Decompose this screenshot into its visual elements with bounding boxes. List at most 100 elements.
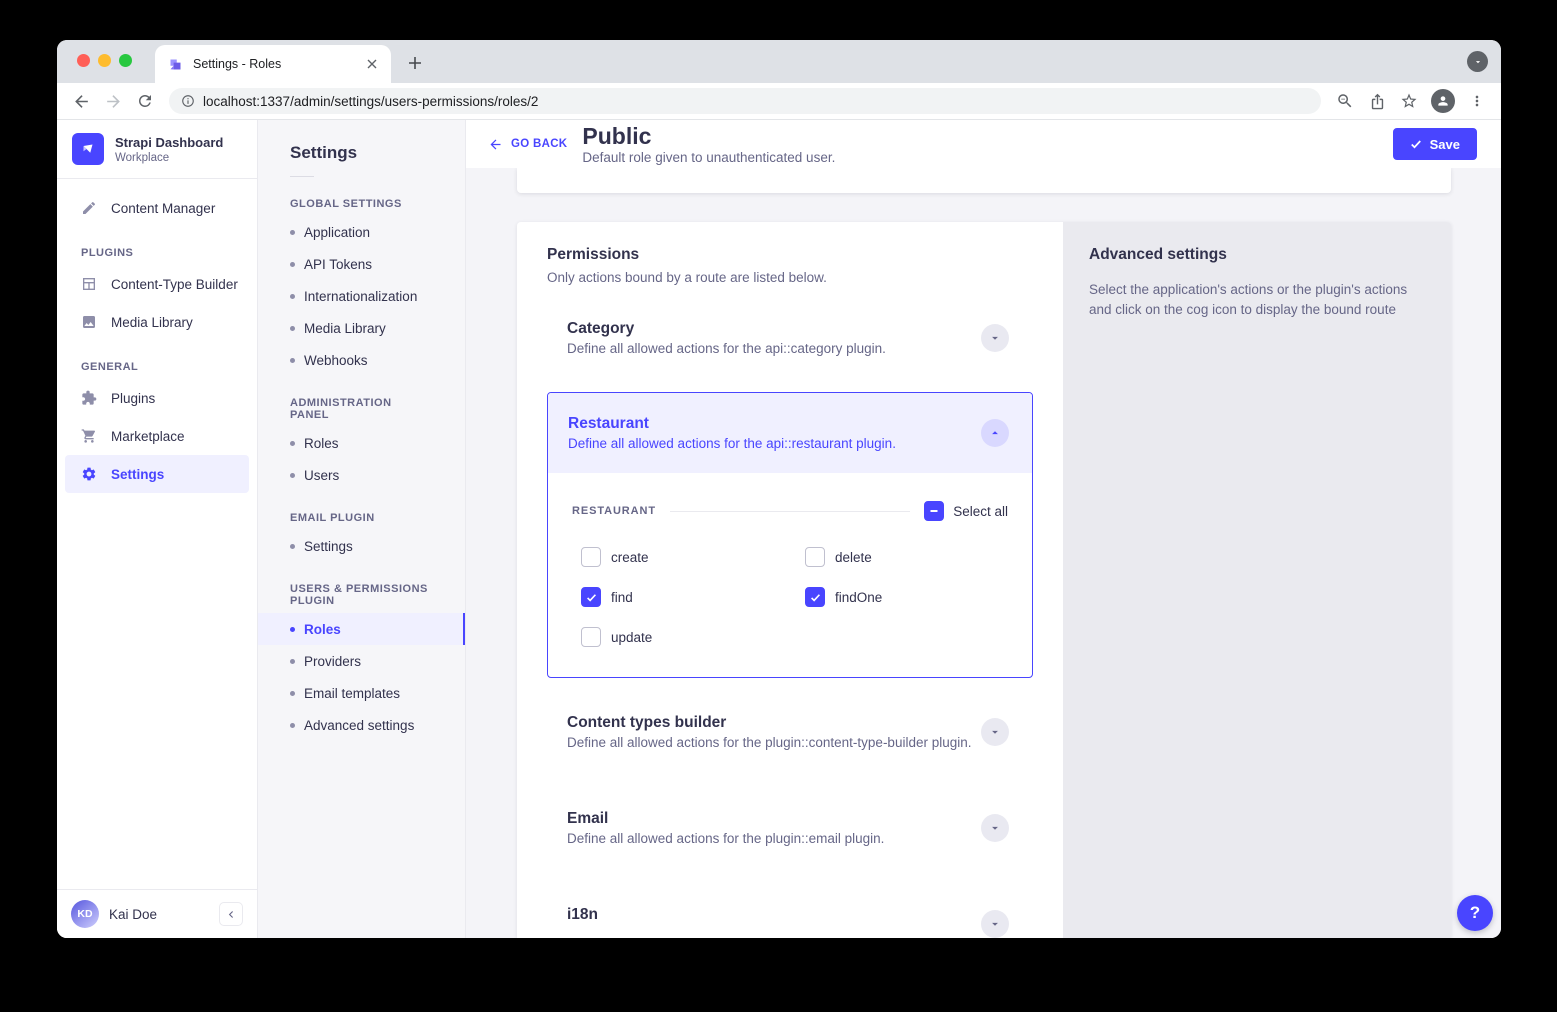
back-icon[interactable]: [67, 87, 95, 115]
subnav-item-internationalization[interactable]: Internationalization: [258, 280, 465, 312]
permission-findone[interactable]: findOne: [805, 587, 1008, 607]
subnav-section-administration-panel: ADMINISTRATION PANEL: [258, 397, 465, 421]
tab-search-button[interactable]: [1467, 51, 1488, 72]
sidebar-item-marketplace[interactable]: Marketplace: [57, 417, 257, 455]
sidebar-item-plugins[interactable]: Plugins: [57, 379, 257, 417]
chevron-down-icon[interactable]: [981, 814, 1009, 842]
subnav-item-label: Email templates: [304, 686, 400, 701]
bullet-icon: [290, 326, 295, 331]
image-icon: [81, 314, 98, 331]
subnav-item-application[interactable]: Application: [258, 216, 465, 248]
sidebar-collapse-button[interactable]: [219, 902, 243, 926]
help-button[interactable]: ?: [1457, 895, 1493, 931]
checkbox-unchecked[interactable]: [805, 547, 825, 567]
sidebar-item-label: Settings: [111, 467, 164, 482]
bullet-icon: [290, 230, 295, 235]
subnav-item-advanced-settings[interactable]: Advanced settings: [258, 709, 465, 741]
bookmark-star-icon[interactable]: [1395, 87, 1423, 115]
subnav-item-admin-users[interactable]: Users: [258, 459, 465, 491]
maximize-window-button[interactable]: [119, 54, 132, 67]
subnav-item-email-settings[interactable]: Settings: [258, 530, 465, 562]
accordion-email[interactable]: Email Define all allowed actions for the…: [547, 798, 1033, 858]
accordion-content-types-builder[interactable]: Content types builder Define all allowed…: [547, 702, 1033, 762]
strapi-admin: Strapi Dashboard Workplace Content Manag…: [57, 120, 1501, 938]
subnav-item-label: Internationalization: [304, 289, 417, 304]
checkbox-unchecked[interactable]: [581, 547, 601, 567]
checkbox-checked[interactable]: [581, 587, 601, 607]
subnav-section-global-settings: GLOBAL SETTINGS: [258, 198, 465, 210]
sidebar-item-media-library[interactable]: Media Library: [57, 303, 257, 341]
window-controls[interactable]: [77, 54, 132, 67]
page-header: GO BACK Public Default role given to una…: [466, 120, 1501, 168]
permission-create[interactable]: create: [581, 547, 805, 567]
sidebar-item-content-type-builder[interactable]: Content-Type Builder: [57, 265, 257, 303]
sidebar-item-label: Content-Type Builder: [111, 277, 238, 292]
save-button[interactable]: Save: [1393, 128, 1477, 160]
bullet-icon: [290, 294, 295, 299]
cart-icon: [81, 428, 98, 445]
permission-label: findOne: [835, 590, 882, 605]
checkbox-unchecked[interactable]: [581, 627, 601, 647]
check-icon: [1410, 138, 1422, 150]
accordion-category[interactable]: Category Define all allowed actions for …: [547, 308, 1033, 368]
workspace-switcher[interactable]: Strapi Dashboard Workplace: [57, 120, 257, 179]
reload-icon[interactable]: [131, 87, 159, 115]
browser-toolbar: localhost:1337/admin/settings/users-perm…: [57, 83, 1501, 120]
subnav-item-email-templates[interactable]: Email templates: [258, 677, 465, 709]
tab-close-icon[interactable]: [363, 55, 381, 73]
chevron-down-icon[interactable]: [981, 910, 1009, 938]
permission-label: update: [611, 630, 652, 645]
site-info-icon[interactable]: [181, 94, 195, 108]
subnav-item-label: Roles: [304, 436, 339, 451]
arrow-left-icon: [488, 137, 503, 152]
minimize-window-button[interactable]: [98, 54, 111, 67]
subnav-divider: [290, 176, 314, 177]
check-icon: [810, 592, 821, 603]
subnav-item-api-tokens[interactable]: API Tokens: [258, 248, 465, 280]
chevron-down-icon[interactable]: [981, 324, 1009, 352]
page-title: Public: [582, 124, 835, 148]
subnav-item-label: Webhooks: [304, 353, 368, 368]
address-bar[interactable]: localhost:1337/admin/settings/users-perm…: [169, 88, 1321, 114]
subnav-item-media-library[interactable]: Media Library: [258, 312, 465, 344]
chevron-up-icon[interactable]: [981, 419, 1009, 447]
subnav-item-providers[interactable]: Providers: [258, 645, 465, 677]
subnav-item-webhooks[interactable]: Webhooks: [258, 344, 465, 376]
workspace-name: Workplace: [115, 152, 223, 164]
subnav-item-label: Roles: [304, 622, 341, 637]
group-label: RESTAURANT: [572, 505, 656, 517]
sidebar-item-label: Media Library: [111, 315, 193, 330]
subnav-item-up-roles[interactable]: Roles: [258, 613, 465, 645]
accordion-description: Define all allowed actions for the plugi…: [567, 831, 884, 847]
close-window-button[interactable]: [77, 54, 90, 67]
forward-icon[interactable]: [99, 87, 127, 115]
gear-icon: [81, 466, 98, 483]
accordion-i18n[interactable]: i18n: [547, 894, 1033, 938]
strapi-favicon-icon: [168, 57, 183, 72]
share-icon[interactable]: [1363, 87, 1391, 115]
accordion-restaurant-header[interactable]: Restaurant Define all allowed actions fo…: [548, 393, 1032, 473]
chevron-down-icon[interactable]: [981, 718, 1009, 746]
sidebar-item-content-manager[interactable]: Content Manager: [57, 189, 257, 227]
sidebar-item-settings[interactable]: Settings: [65, 455, 249, 493]
go-back-link[interactable]: GO BACK: [488, 137, 567, 152]
checkbox-checked[interactable]: [805, 587, 825, 607]
select-all-checkbox[interactable]: [924, 501, 944, 521]
browser-tab[interactable]: Settings - Roles: [155, 45, 391, 83]
browser-menu-icon[interactable]: [1463, 87, 1491, 115]
zoom-icon[interactable]: [1331, 87, 1359, 115]
accordion-description: Define all allowed actions for the api::…: [567, 341, 886, 357]
browser-profile-avatar[interactable]: [1431, 89, 1455, 113]
new-tab-button[interactable]: [403, 51, 427, 75]
browser-window: Settings - Roles localhost:1337/admin/se…: [57, 40, 1501, 938]
subnav-item-admin-roles[interactable]: Roles: [258, 427, 465, 459]
save-label: Save: [1430, 137, 1460, 152]
page-scroll-area[interactable]: Permissions Only actions bound by a rout…: [466, 168, 1501, 938]
permission-find[interactable]: find: [581, 587, 805, 607]
subnav-item-label: Users: [304, 468, 339, 483]
permissions-card: Permissions Only actions bound by a rout…: [517, 222, 1451, 938]
permission-update[interactable]: update: [581, 627, 805, 647]
bullet-icon: [290, 691, 295, 696]
permission-delete[interactable]: delete: [805, 547, 1008, 567]
advanced-settings-panel: Advanced settings Select the application…: [1063, 222, 1451, 938]
